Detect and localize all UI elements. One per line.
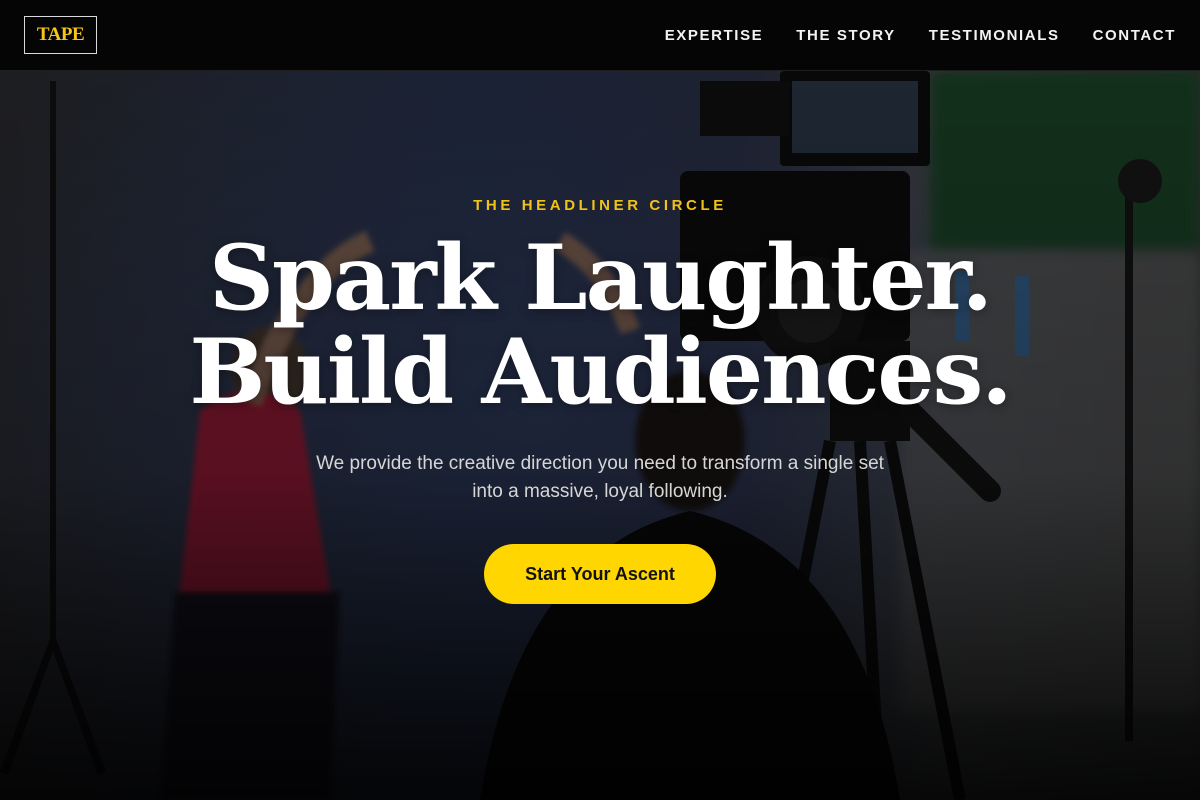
hero-content: THE HEADLINER CIRCLE Spark Laughter. Bui… — [0, 71, 1200, 800]
hero-description: We provide the creative direction you ne… — [270, 450, 930, 506]
hero-headline-line-1: Spark Laughter. — [208, 225, 993, 331]
nav-link-testimonials[interactable]: TESTIMONIALS — [929, 27, 1060, 44]
hero-headline: Spark Laughter. Build Audiences. — [0, 231, 1200, 419]
nav-link-contact[interactable]: CONTACT — [1093, 27, 1176, 44]
start-your-ascent-button[interactable]: Start Your Ascent — [484, 544, 716, 604]
hero-headline-line-2: Build Audiences. — [189, 319, 1012, 425]
hero-eyebrow: THE HEADLINER CIRCLE — [473, 197, 727, 214]
hero-description-line-2: into a massive, loyal following. — [472, 481, 728, 502]
nav-link-the-story[interactable]: THE STORY — [796, 27, 895, 44]
nav-link-expertise[interactable]: EXPERTISE — [665, 27, 764, 44]
logo[interactable]: TAPE — [24, 16, 97, 54]
hero-description-line-1: We provide the creative direction you ne… — [316, 453, 884, 474]
main-nav: EXPERTISE THE STORY TESTIMONIALS CONTACT — [665, 27, 1176, 44]
site-header: TAPE EXPERTISE THE STORY TESTIMONIALS CO… — [0, 0, 1200, 71]
